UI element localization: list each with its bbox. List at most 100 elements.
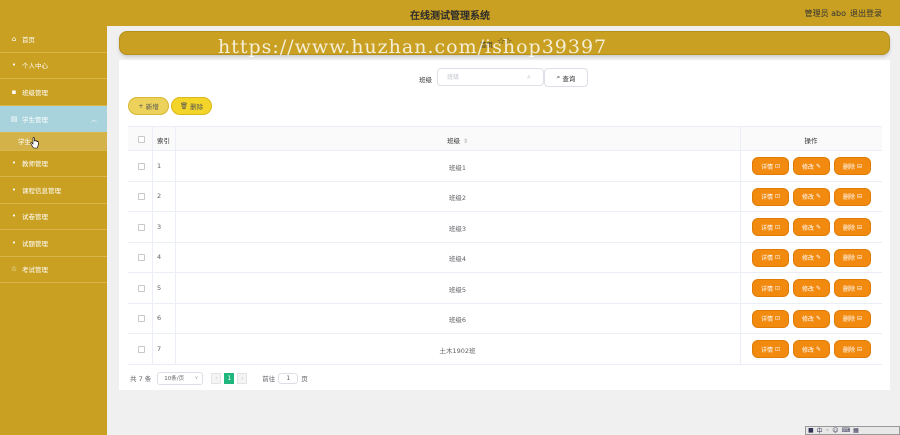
edit-button[interactable]: 修改 ✎ (793, 218, 830, 236)
row-actions: 详情 ⊡ 修改 ✎ 删除 ⊟ (752, 157, 871, 175)
row-index: 2 (157, 192, 162, 201)
delete-button[interactable]: 删除 ⊟ (834, 187, 871, 206)
sidebar-item-profile[interactable]: • 个人中心 (0, 53, 107, 79)
delete-button[interactable]: 删除 ⊟ (834, 309, 871, 328)
row-checkbox[interactable] (138, 284, 145, 292)
trash-icon: ⊟ (856, 193, 863, 200)
submenu-item-students[interactable]: 学生 (0, 132, 107, 151)
row-class: 班级5 (448, 285, 467, 294)
add-button[interactable]: + 新增 (128, 97, 169, 115)
detail-button[interactable]: 详情 ⊡ (752, 279, 789, 297)
detail-button[interactable]: 详情 ⊡ (752, 340, 789, 358)
next-page-button[interactable]: › (237, 372, 248, 384)
query-button-label: 查询 (562, 74, 576, 83)
teacher-icon: • (11, 159, 17, 168)
row-checkbox[interactable] (138, 254, 145, 262)
batch-delete-button[interactable]: 🗑 删除 (171, 97, 212, 115)
delete-label: 删除 (842, 346, 855, 354)
table-row: 6 班级6 详情 ⊡ 修改 ✎ 删除 ⊟ (128, 303, 882, 334)
table-row: 5 班级5 详情 ⊡ 修改 ✎ 删除 ⊟ (128, 273, 882, 304)
course-icon: • (11, 185, 17, 194)
data-table: 索引 班级 ⇕ 操作 1 班级1 详情 ⊡ 修改 ✎ 删除 ⊟ 2 班级2 详情 ⊡ 修改 ✎ 删除 ⊟ 3 班级3… (128, 126, 882, 365)
detail-button[interactable]: 详情 ⊡ (752, 248, 789, 267)
row-actions: 详情 ⊡ 修改 ✎ 删除 ⊟ (752, 309, 871, 328)
row-class: 班级6 (448, 316, 467, 325)
header-class[interactable]: 班级 ⇕ (175, 135, 740, 145)
row-checkbox[interactable] (138, 193, 145, 201)
edit-icon: ✎ (815, 315, 822, 322)
edit-button[interactable]: 修改 ✎ (793, 279, 830, 297)
edit-icon: ✎ (815, 162, 822, 170)
system-tray: ■ 中 ◦ ☺ ⌨ ▦ (805, 426, 900, 435)
detail-button[interactable]: 详情 ⊡ (752, 157, 789, 175)
delete-button[interactable]: 删除 ⊟ (834, 340, 871, 358)
detail-label: 详情 (760, 316, 773, 323)
row-class: 班级4 (448, 255, 467, 264)
sidebar-item-classes[interactable]: ▪ 班级管理 (0, 79, 107, 106)
row-checkbox[interactable] (138, 315, 145, 323)
delete-button[interactable]: 删除 ⊟ (834, 248, 871, 267)
chevron-up-icon: ︿ (90, 116, 97, 124)
row-actions: 详情 ⊡ 修改 ✎ 删除 ⊟ (752, 218, 871, 236)
row-index: 6 (157, 314, 162, 323)
row-checkbox[interactable] (138, 162, 145, 170)
delete-button[interactable]: 删除 ⊟ (834, 157, 871, 175)
detail-button[interactable]: 详情 ⊡ (752, 218, 789, 236)
logout-link[interactable]: 退出登录 (850, 8, 882, 19)
goto-page-input[interactable]: 1 (278, 372, 299, 384)
tray-icon: ▦ (853, 427, 859, 434)
trash-icon: ⊟ (856, 284, 863, 292)
total-count: 共 7 条 (130, 375, 152, 383)
exam-icon: ☆ (10, 265, 18, 274)
sidebar-item-papers[interactable]: • 试卷管理 (0, 204, 107, 230)
row-actions: 详情 ⊡ 修改 ✎ 删除 ⊟ (752, 340, 871, 358)
table-row: 1 班级1 详情 ⊡ 修改 ✎ 删除 ⊟ (128, 151, 882, 182)
search-icon: ⌕ (556, 73, 561, 81)
ime-icon: ■ (808, 427, 814, 434)
sidebar-item-students[interactable]: ▤ 学生管理 ︿ (0, 105, 107, 133)
delete-button[interactable]: 删除 ⊟ (834, 279, 871, 297)
sidebar-item-exams[interactable]: ☆ 考试管理 (0, 257, 107, 283)
row-checkbox[interactable] (138, 345, 145, 353)
page-size-select[interactable]: 10条/页 ∨ (157, 371, 204, 385)
tray-icon: ⌨ (841, 427, 851, 434)
detail-label: 详情 (760, 346, 773, 354)
chevron-down-icon: ∨ (194, 374, 199, 381)
select-all-checkbox[interactable] (138, 135, 145, 143)
detail-icon: ⊡ (774, 254, 781, 261)
row-actions: 详情 ⊡ 修改 ✎ 删除 ⊟ (752, 279, 871, 297)
edit-button[interactable]: 修改 ✎ (793, 157, 830, 175)
edit-icon: ✎ (815, 223, 822, 231)
sidebar-item-teachers[interactable]: • 教师管理 (0, 151, 107, 177)
page-number-current[interactable]: 1 (224, 372, 235, 384)
delete-label: 删除 (842, 194, 855, 201)
row-checkbox[interactable] (138, 223, 145, 231)
paper-icon: • (11, 212, 17, 221)
detail-label: 详情 (760, 194, 773, 201)
sidebar-item-courses[interactable]: • 课程信息管理 (0, 177, 107, 204)
delete-label: 删除 (842, 224, 855, 232)
edit-button[interactable]: 修改 ✎ (793, 248, 830, 267)
prev-page-button[interactable]: ‹ (211, 372, 222, 384)
detail-button[interactable]: 详情 ⊡ (752, 309, 789, 328)
delete-button[interactable]: 删除 ⊟ (834, 218, 871, 236)
trash-icon: ⊟ (856, 162, 863, 170)
detail-button[interactable]: 详情 ⊡ (752, 187, 789, 206)
class-icon: ▪ (11, 87, 17, 96)
row-index: 1 (157, 161, 162, 170)
edit-button[interactable]: 修改 ✎ (793, 187, 830, 206)
sidebar-item-label: 课程信息管理 (22, 186, 61, 195)
user-icon: • (11, 61, 17, 70)
sort-icon[interactable]: ⇕ (463, 138, 468, 145)
row-class: 班级2 (448, 194, 467, 203)
sidebar-item-questions[interactable]: • 试题管理 (0, 230, 107, 257)
detail-icon: ⊡ (774, 315, 781, 322)
query-button[interactable]: ⌕ 查询 (544, 68, 588, 87)
table-header: 索引 班级 ⇕ 操作 (128, 126, 882, 151)
edit-button[interactable]: 修改 ✎ (793, 309, 830, 328)
page-size-value: 10条/页 (164, 376, 185, 382)
header-class-label: 班级 (446, 136, 460, 145)
edit-button[interactable]: 修改 ✎ (793, 340, 830, 358)
table-row: 4 班级4 详情 ⊡ 修改 ✎ 删除 ⊟ (128, 242, 882, 273)
sidebar-item-home[interactable]: ⌂ 首页 (0, 26, 107, 53)
